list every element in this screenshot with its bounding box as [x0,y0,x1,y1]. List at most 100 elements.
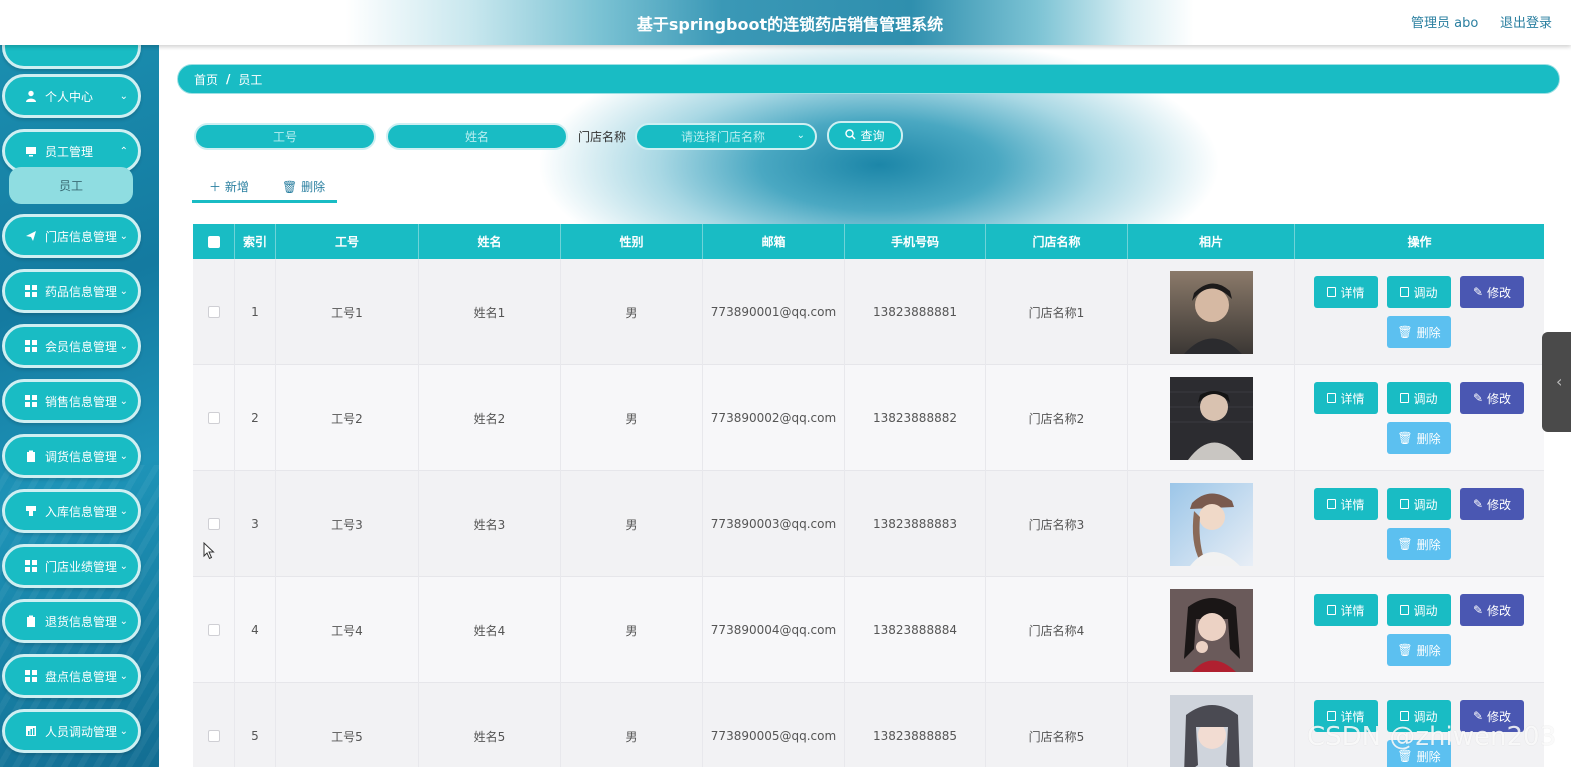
chevron-down-icon: ⌄ [119,670,128,682]
name-input[interactable]: 姓名 [386,123,568,150]
edit-button[interactable]: ✎ 修改 [1460,382,1524,414]
header-gender: 性别 [561,224,703,259]
sidebar-item-label: 退货信息管理 [45,614,118,629]
document-icon [1400,605,1410,615]
sidebar-item-label: 药品信息管理 [45,284,118,299]
transfer-label: 调动 [1413,285,1438,300]
row-checkbox[interactable] [207,306,220,318]
checkbox-select-all[interactable] [207,235,220,248]
table-header: 索引 工号 姓名 性别 邮箱 手机号码 门店名称 相片 操作 [193,224,1544,259]
cell-store: 门店名称5 [986,683,1128,767]
grid-icon [25,340,37,352]
sidebar-item-inbound-info[interactable]: 入库信息管理 ⌄ [2,489,141,533]
cell-emp-no: 工号1 [276,259,419,365]
cell-phone: 13823888883 [845,471,986,577]
row-checkbox[interactable] [207,518,220,530]
cell-email: 773890002@qq.com [703,365,845,471]
cell-phone: 13823888884 [845,577,986,683]
sidebar-subitem-employee[interactable]: 员工 [9,167,133,204]
top-header: 基于springboot的连锁药店销售管理系统 管理员 abo 退出登录 [0,0,1571,45]
logout-link[interactable]: 退出登录 [1500,12,1552,31]
sidebar-item-store-performance[interactable]: 门店业绩管理 ⌄ [2,544,141,588]
sidebar-item-home[interactable] [2,45,141,69]
transfer-button[interactable]: 调动 [1387,594,1451,626]
send-icon [25,230,37,242]
sidebar-item-staff-transfer[interactable]: 人员调动管理 ⌄ [2,709,141,753]
cell-emp-no: 工号2 [276,365,419,471]
watermark: CSDN @zhiwen203 [1307,722,1557,752]
toolbar-underline [192,200,337,203]
current-user: 管理员 abo [1411,16,1479,31]
detail-button[interactable]: 详情 [1314,382,1378,414]
chevron-left-icon: ‹ [1556,372,1563,391]
store-select[interactable]: 请选择门店名称 ⌄ [635,123,817,150]
sidebar-item-sales-info[interactable]: 销售信息管理 ⌄ [2,379,141,423]
cell-index: 1 [235,259,276,365]
detail-button[interactable]: 详情 [1314,276,1378,308]
cell-email: 773890004@qq.com [703,577,845,683]
row-checkbox[interactable] [207,412,220,424]
cell-photo [1128,471,1295,577]
sidebar-item-label: 盘点信息管理 [45,669,118,684]
chevron-down-icon: ⌄ [119,615,128,627]
pencil-icon: ✎ [1472,497,1484,511]
cell-gender: 男 [561,259,703,365]
sidebar-item-transfer-info[interactable]: 调货信息管理 ⌄ [2,434,141,478]
document-icon [1327,711,1337,721]
edit-button[interactable]: ✎ 修改 [1460,594,1524,626]
edit-label: 修改 [1487,603,1512,618]
breadcrumb-home[interactable]: 首页 [194,71,218,88]
row-select-cell [193,683,235,767]
header-select-all[interactable] [193,224,235,259]
detail-button[interactable]: 详情 [1314,488,1378,520]
breadcrumb-current: 员工 [238,72,263,87]
delete-button[interactable]: 🗑 删除 [1387,634,1451,666]
sidebar-item-drug-info[interactable]: 药品信息管理 ⌄ [2,269,141,313]
delete-button[interactable]: 🗑 删除 [1387,528,1451,560]
transfer-button[interactable]: 调动 [1387,276,1451,308]
row-checkbox[interactable] [207,624,220,636]
clipboard-icon [25,450,37,462]
row-checkbox[interactable] [207,730,220,742]
document-icon [1327,499,1337,509]
cell-gender: 男 [561,683,703,767]
delete-label: 删除 [1416,643,1441,658]
cell-gender: 男 [561,577,703,683]
cell-store: 门店名称4 [986,577,1128,683]
delete-button[interactable]: 🗑 删除 [1387,316,1451,348]
sidebar-item-inventory-check[interactable]: 盘点信息管理 ⌄ [2,654,141,698]
chevron-down-icon: ⌄ [119,340,128,352]
document-icon [1327,287,1337,297]
cell-gender: 男 [561,471,703,577]
header-email: 邮箱 [703,224,845,259]
edit-button[interactable]: ✎ 修改 [1460,276,1524,308]
transfer-button[interactable]: 调动 [1387,382,1451,414]
cell-email: 773890003@qq.com [703,471,845,577]
transfer-button[interactable]: 调动 [1387,488,1451,520]
batch-delete-button[interactable]: 🗑 删除 [282,178,325,195]
grid-icon [25,395,37,407]
cell-emp-no: 工号4 [276,577,419,683]
detail-button[interactable]: 详情 [1314,594,1378,626]
query-button[interactable]: 查询 [827,121,903,150]
cell-email: 773890001@qq.com [703,259,845,365]
document-icon [1400,287,1410,297]
header-emp-no: 工号 [276,224,419,259]
cell-emp-no: 工号3 [276,471,419,577]
edit-label: 修改 [1487,497,1512,512]
cell-store: 门店名称1 [986,259,1128,365]
delete-button[interactable]: 🗑 删除 [1387,422,1451,454]
sidebar-item-return-info[interactable]: 退货信息管理 ⌄ [2,599,141,643]
add-button[interactable]: ＋ 新增 [209,178,249,195]
cell-actions: 详情 调动 ✎ 修改 🗑 删除 [1295,577,1544,683]
cell-photo [1128,365,1295,471]
emp-no-input[interactable]: 工号 [194,123,376,150]
edit-button[interactable]: ✎ 修改 [1460,488,1524,520]
document-icon [1327,605,1337,615]
sidebar-item-personal-center[interactable]: 个人中心 ⌄ [2,74,141,118]
detail-label: 详情 [1340,497,1365,512]
sidebar-item-member-info[interactable]: 会员信息管理 ⌄ [2,324,141,368]
sidebar-item-store-info[interactable]: 门店信息管理 ⌄ [2,214,141,258]
table-row: 2 工号2 姓名2 男 773890002@qq.com 13823888882… [193,365,1544,471]
side-panel-toggle[interactable]: ‹ [1542,332,1571,432]
